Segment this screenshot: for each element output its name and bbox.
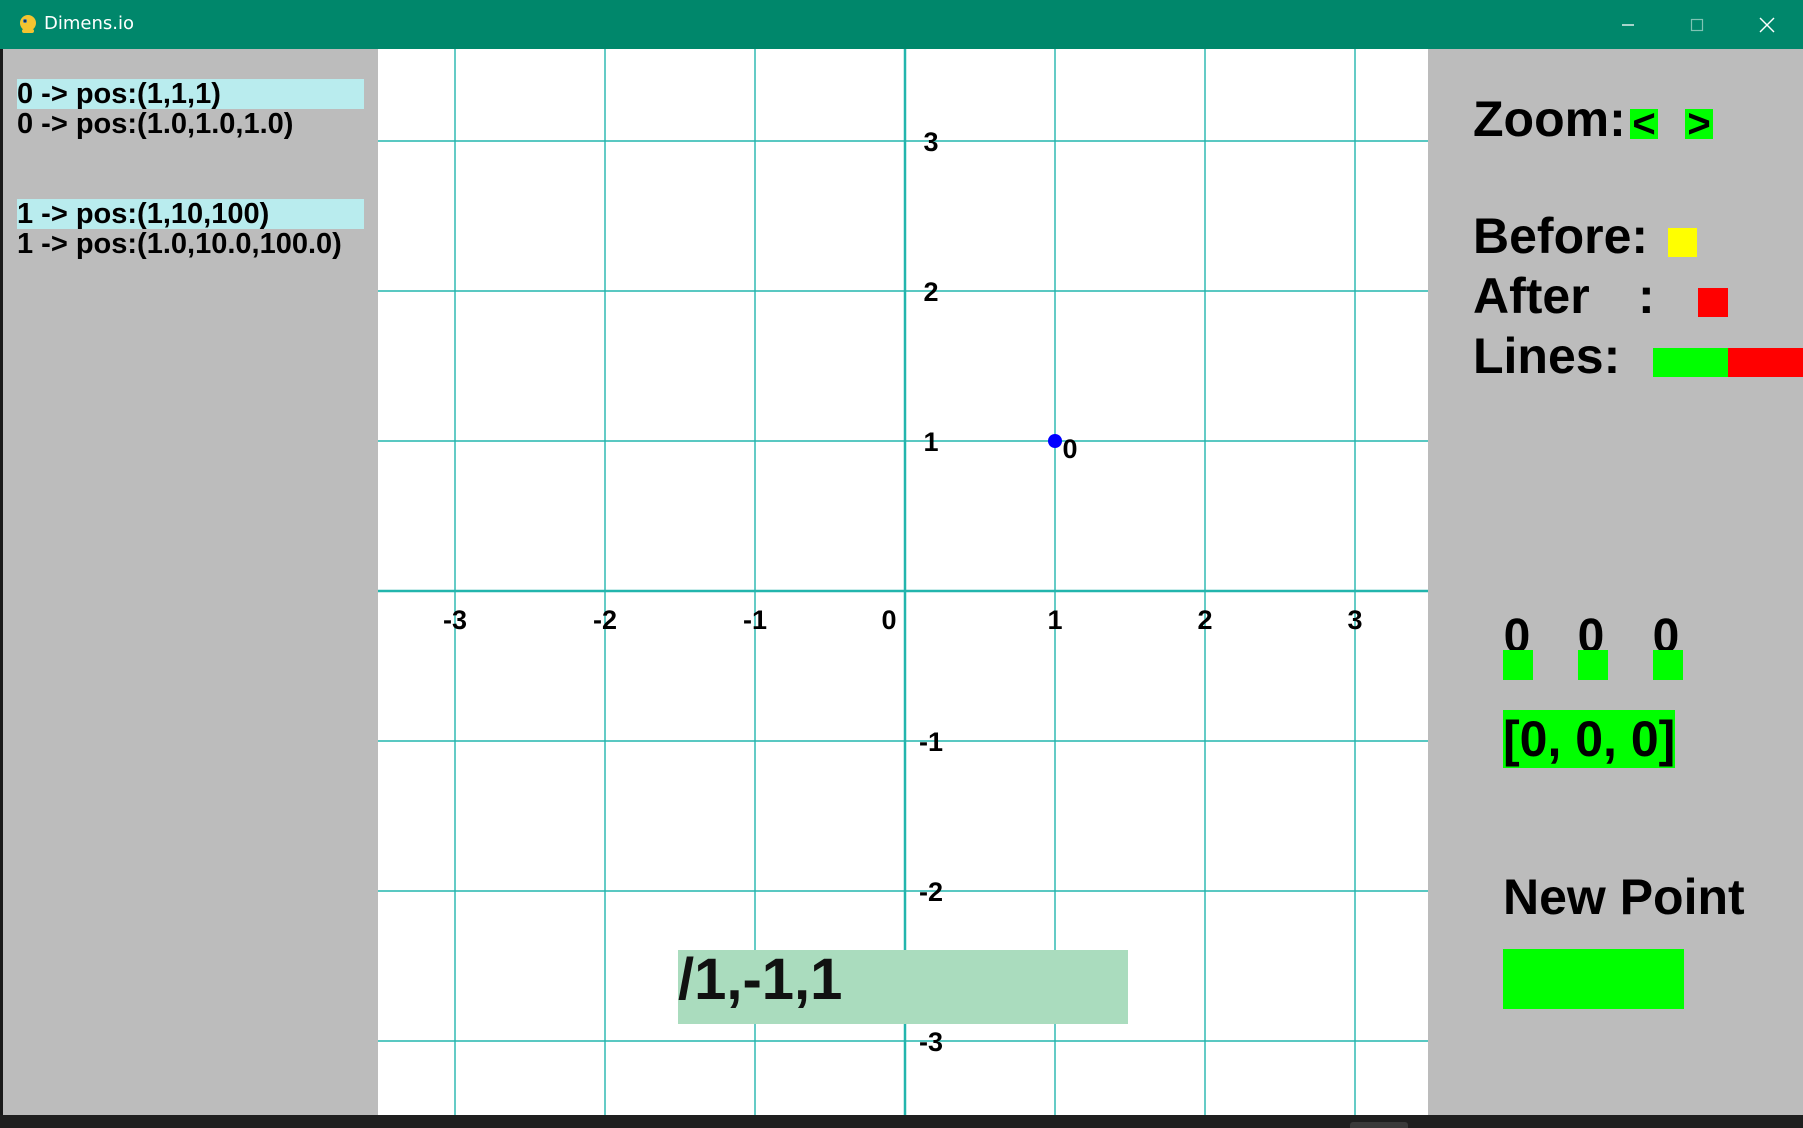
new-point-button[interactable]	[1503, 949, 1684, 1009]
coord-x-button[interactable]	[1503, 650, 1533, 680]
x-tick-label: 1	[1047, 605, 1062, 635]
point-raw-text: 1 -> pos:(1,10,100)	[17, 199, 364, 229]
minimize-icon	[1622, 23, 1634, 26]
y-tick-label: -1	[919, 727, 943, 757]
new-point-label: New Point	[1503, 869, 1745, 925]
x-tick-label: -3	[443, 605, 467, 635]
point-raw-text: 0 -> pos:(1,1,1)	[17, 79, 364, 109]
y-tick-label: 3	[923, 127, 938, 157]
taskbar-tab	[1350, 1122, 1408, 1128]
plotted-point[interactable]	[1048, 434, 1062, 448]
after-color-swatch[interactable]	[1698, 288, 1728, 317]
coordinate-vector[interactable]: [0, 0, 0]	[1503, 710, 1675, 768]
point-entry-1[interactable]: 1 -> pos:(1,10,100) 1 -> pos:(1.0,10.0,1…	[17, 199, 364, 259]
x-tick-label: 0	[881, 605, 896, 635]
y-tick-label: -3	[919, 1027, 943, 1057]
lines-color-swatch-2[interactable]	[1728, 348, 1803, 377]
zoom-out-button[interactable]: <	[1630, 104, 1658, 144]
x-tick-label: 3	[1347, 605, 1362, 635]
maximize-icon	[1690, 18, 1704, 31]
points-list-panel: 0 -> pos:(1,1,1) 0 -> pos:(1.0,1.0,1.0) …	[3, 49, 378, 1115]
y-tick-label: -2	[919, 877, 943, 907]
point-entry-0[interactable]: 0 -> pos:(1,1,1) 0 -> pos:(1.0,1.0,1.0)	[17, 79, 364, 139]
x-tick-label: 2	[1197, 605, 1212, 635]
before-label: Before:	[1473, 208, 1649, 264]
lines-color-swatch-1[interactable]	[1653, 348, 1728, 377]
lines-label: Lines:	[1473, 328, 1621, 384]
window-title: Dimens.io	[44, 13, 134, 34]
before-color-swatch[interactable]	[1668, 228, 1697, 257]
controls-panel: Zoom: < > Before: After : Lines: 0 0 0 […	[1428, 49, 1803, 1115]
x-tick-label: -2	[593, 605, 617, 635]
zoom-in-button[interactable]: >	[1685, 104, 1713, 144]
close-button[interactable]	[1733, 0, 1801, 49]
minimize-button[interactable]	[1594, 0, 1662, 49]
maximize-button[interactable]	[1663, 0, 1731, 49]
y-tick-label: 2	[923, 277, 938, 307]
point-float-text: 1 -> pos:(1.0,10.0,100.0)	[17, 228, 342, 260]
zoom-label: Zoom:	[1473, 91, 1626, 147]
plotted-point-label: 0	[1062, 434, 1077, 464]
close-icon	[1759, 17, 1775, 32]
x-tick-label: -1	[743, 605, 767, 635]
taskbar-edge	[0, 1115, 1803, 1128]
coord-y-button[interactable]	[1578, 650, 1608, 680]
plot-canvas[interactable]: -3 -2 -1 0 1 2 3 3 2 1 -1 -2 -3 0 /1,-1,1	[378, 49, 1428, 1115]
coord-z-button[interactable]	[1653, 650, 1683, 680]
after-label: After	[1473, 268, 1590, 324]
command-input[interactable]: /1,-1,1	[678, 950, 1128, 1024]
y-tick-label: 1	[923, 427, 938, 457]
point-float-text: 0 -> pos:(1.0,1.0,1.0)	[17, 108, 294, 140]
after-colon: :	[1638, 268, 1655, 324]
python-snake-icon	[20, 15, 36, 33]
app-window: Dimens.io 0 -> pos:(1,1,1) 0 -> pos:(1.0…	[0, 0, 1803, 1128]
title-bar[interactable]: Dimens.io	[0, 0, 1803, 49]
